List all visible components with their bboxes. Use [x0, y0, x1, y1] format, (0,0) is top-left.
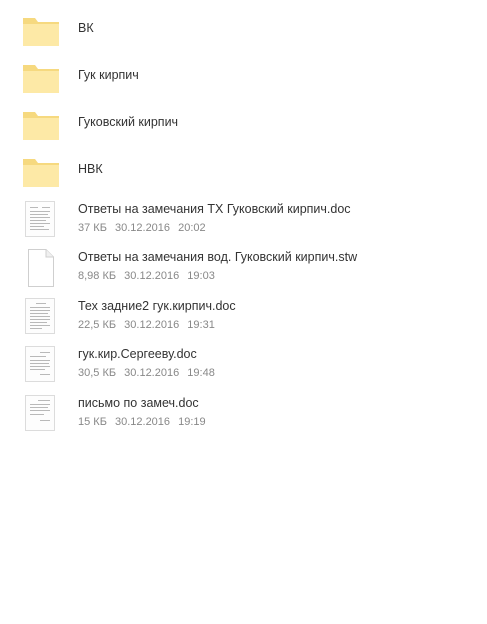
file-name: гук.кир.Сергееву.doc [78, 347, 197, 361]
file-meta: 30,5 КБ 30.12.2016 19:48 [78, 367, 220, 379]
folder-row[interactable]: ВК [22, 12, 472, 52]
file-name: Тех задние2 гук.кирпич.doc [78, 299, 236, 313]
file-time: 20:02 [178, 222, 206, 234]
folder-row[interactable]: Гуковский кирпич [22, 106, 472, 146]
folder-icon [22, 59, 60, 97]
file-row[interactable]: Ответы на замечания вод. Гуковский кирпи… [22, 249, 472, 289]
file-time: 19:31 [187, 319, 215, 331]
file-name: Ответы на замечания ТХ Гуковский кирпич.… [78, 202, 351, 216]
blank-file-icon [22, 249, 60, 287]
file-meta: 15 КБ 30.12.2016 19:19 [78, 416, 211, 428]
file-date: 30.12.2016 [124, 270, 180, 282]
folder-name: НВК [78, 162, 103, 176]
document-thumbnail-icon [22, 395, 60, 433]
file-size: 37 КБ [78, 222, 107, 234]
file-name: Ответы на замечания вод. Гуковский кирпи… [78, 250, 358, 264]
file-time: 19:19 [178, 416, 206, 428]
file-size: 15 КБ [78, 416, 107, 428]
folder-name: Гук кирпич [78, 68, 139, 82]
file-row[interactable]: Ответы на замечания ТХ Гуковский кирпич.… [22, 201, 472, 241]
folder-name: Гуковский кирпич [78, 115, 179, 129]
file-date: 30.12.2016 [114, 416, 171, 428]
file-meta: 37 КБ 30.12.2016 20:02 [78, 222, 211, 234]
file-size: 22,5 КБ [78, 319, 117, 331]
file-name: письмо по замеч.doc [78, 396, 199, 410]
document-thumbnail-icon [22, 298, 60, 336]
file-meta: 22,5 КБ 30.12.2016 19:31 [78, 319, 220, 331]
file-row[interactable]: письмо по замеч.doc 15 КБ 30.12.2016 19:… [22, 395, 472, 435]
file-date: 30.12.2016 [124, 367, 180, 379]
file-row[interactable]: Тех задние2 гук.кирпич.doc 22,5 КБ 30.12… [22, 298, 472, 338]
folder-icon [22, 106, 60, 144]
folder-name: ВК [78, 21, 94, 35]
folder-icon [22, 12, 60, 50]
folder-row[interactable]: Гук кирпич [22, 59, 472, 99]
file-row[interactable]: гук.кир.Сергееву.doc 30,5 КБ 30.12.2016 … [22, 346, 472, 386]
document-thumbnail-icon [22, 201, 60, 239]
file-meta: 8,98 КБ 30.12.2016 19:03 [78, 270, 220, 282]
file-size: 8,98 КБ [78, 270, 117, 282]
file-date: 30.12.2016 [114, 222, 171, 234]
document-thumbnail-icon [22, 346, 60, 384]
file-time: 19:48 [187, 367, 215, 379]
file-time: 19:03 [187, 270, 215, 282]
file-size: 30,5 КБ [78, 367, 117, 379]
folder-icon [22, 153, 60, 191]
file-date: 30.12.2016 [124, 319, 180, 331]
folder-row[interactable]: НВК [22, 153, 472, 193]
